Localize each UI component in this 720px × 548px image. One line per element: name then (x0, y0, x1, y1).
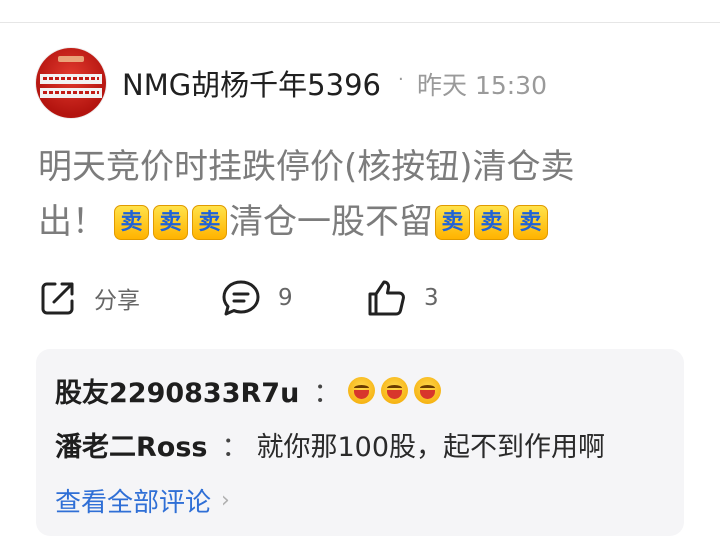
view-all-comments-label: 查看全部评论 (55, 488, 212, 518)
laughing-emoji-icon (381, 377, 409, 404)
post-text-1: 明天竞价时挂跌停价(核按钮)清仓卖 (38, 147, 575, 187)
sell-sticker-icon: 卖 (153, 205, 188, 240)
post-body[interactable]: 明天竞价时挂跌停价(核按钮)清仓卖 出！ 卖 卖 卖 清仓一股不留 卖 卖 卖 (38, 140, 688, 250)
view-all-comments-link[interactable]: 查看全部评论 › (55, 482, 230, 519)
author-avatar[interactable] (36, 48, 106, 118)
post-text-2b: 清仓一股不留 (229, 202, 433, 242)
meta-separator: · (398, 69, 404, 90)
like-count: 3 (424, 285, 439, 311)
commenter-name[interactable]: 潘老二Ross (55, 425, 207, 464)
comment-colon: ： (221, 432, 249, 463)
share-label: 分享 (94, 288, 140, 314)
comment-count: 9 (278, 285, 293, 311)
comment-row[interactable]: 潘老二Ross ： 就你那100股，起不到作用啊 (55, 425, 605, 464)
post-time: 昨天 15:30 (417, 71, 547, 100)
share-icon (38, 278, 78, 318)
sell-sticker-icon: 卖 (192, 205, 227, 240)
sell-sticker-icon: 卖 (474, 205, 509, 240)
post-line-1: 明天竞价时挂跌停价(核按钮)清仓卖 (38, 140, 688, 195)
sell-sticker-icon: 卖 (435, 205, 470, 240)
comment-button[interactable]: 9 (220, 278, 293, 318)
post-text-2a: 出！ (38, 202, 106, 242)
chevron-right-icon: › (221, 488, 230, 513)
sell-sticker-icon: 卖 (513, 205, 548, 240)
sell-sticker-icon: 卖 (114, 205, 149, 240)
laughing-emoji-icon (414, 377, 442, 404)
comment-preview-box: 股友2290833R7u ： 潘老二Ross ： 就你那100股，起不到作用啊 … (36, 349, 684, 536)
commenter-name[interactable]: 股友2290833R7u (55, 371, 299, 410)
comment-icon (220, 278, 262, 318)
comment-text: 就你那100股，起不到作用啊 (256, 432, 606, 463)
like-button[interactable]: 3 (366, 278, 439, 318)
laughing-emoji-icon (348, 377, 376, 404)
comment-row[interactable]: 股友2290833R7u ： (55, 371, 447, 410)
top-divider (0, 22, 720, 23)
author-name[interactable]: NMG胡杨千年5396 (122, 62, 381, 104)
thumbs-up-icon (366, 278, 408, 318)
share-button[interactable]: 分享 (38, 278, 140, 318)
comment-colon: ： (313, 378, 341, 409)
post-action-bar: 分享 9 3 (38, 278, 498, 318)
post-line-2: 出！ 卖 卖 卖 清仓一股不留 卖 卖 卖 (38, 195, 688, 250)
